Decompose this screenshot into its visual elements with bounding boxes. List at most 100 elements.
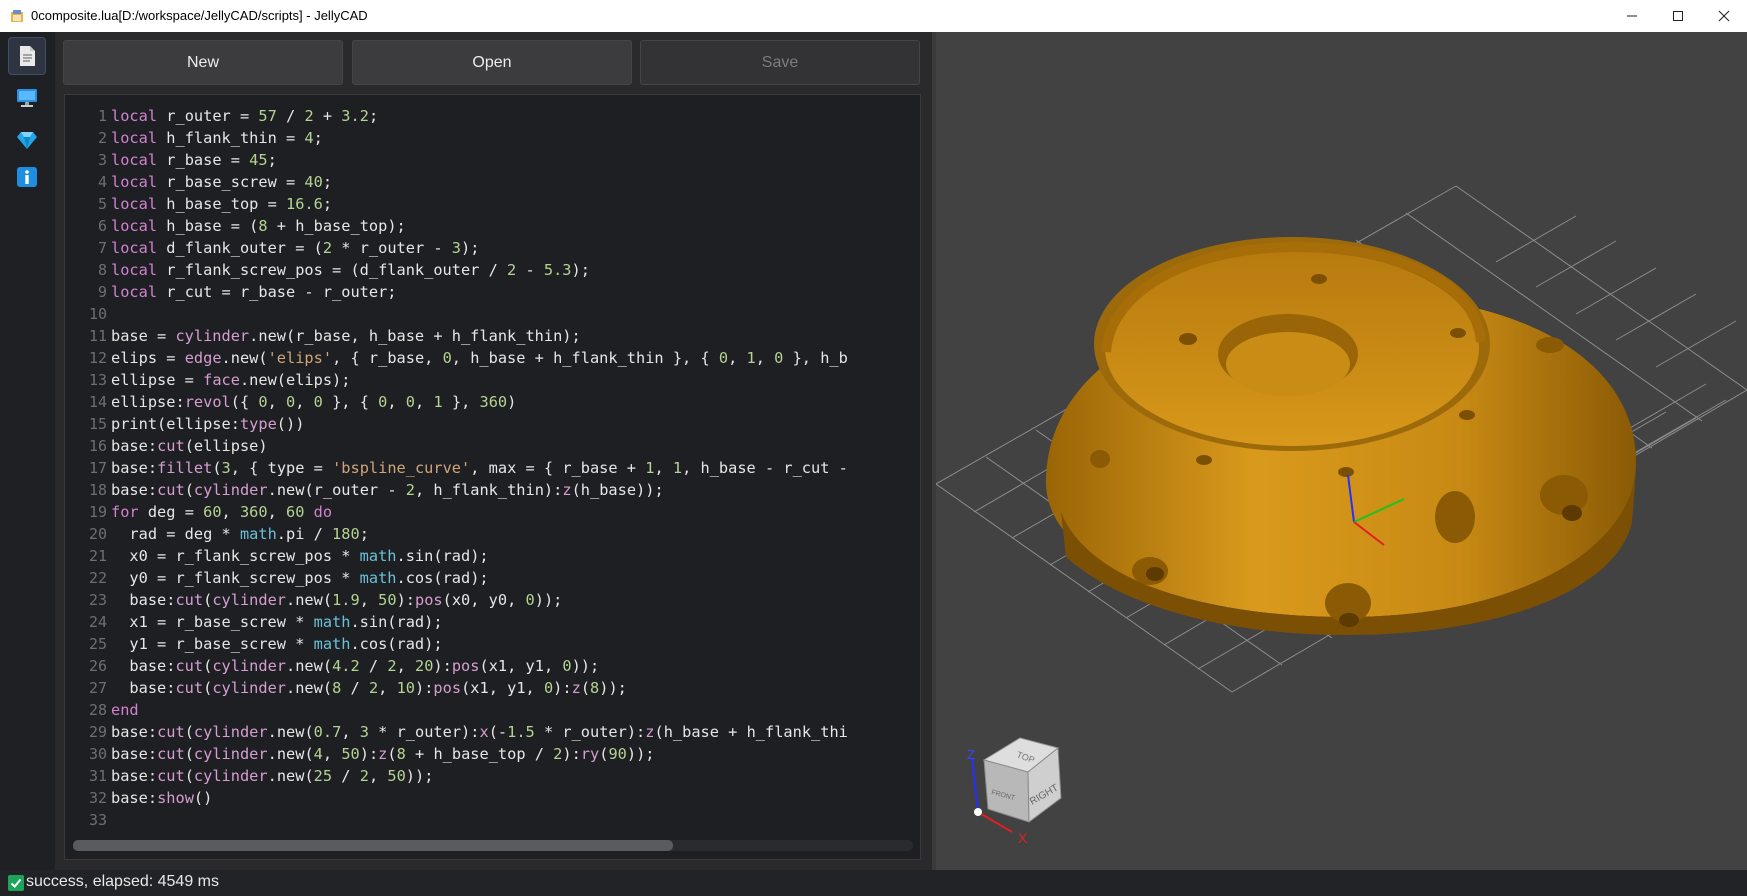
line-number: 12 (88, 349, 107, 367)
code-line[interactable]: local r_base = 45; (111, 149, 917, 171)
new-button[interactable]: New (63, 40, 343, 85)
line-number: 15 (88, 415, 107, 433)
code-line[interactable]: local r_outer = 57 / 2 + 3.2; (111, 105, 917, 127)
code-line[interactable]: x1 = r_base_screw * math.sin(rad); (111, 611, 917, 633)
line-number: 23 (88, 591, 107, 609)
line-number: 32 (88, 789, 107, 807)
success-icon (8, 875, 24, 891)
line-number: 11 (88, 327, 107, 345)
sidebar-item-editor[interactable] (8, 37, 46, 75)
sidebar-item-viewer[interactable] (8, 79, 46, 117)
close-button[interactable] (1701, 0, 1747, 32)
gem-icon (17, 132, 37, 149)
app-icon (11, 10, 23, 22)
line-number: 5 (97, 195, 107, 213)
line-number: 28 (88, 701, 107, 719)
code-line[interactable]: x0 = r_flank_screw_pos * math.sin(rad); (111, 545, 917, 567)
code-line[interactable] (111, 303, 917, 325)
line-number: 7 (97, 239, 107, 257)
line-number: 19 (88, 503, 107, 521)
code-line[interactable]: for deg = 60, 360, 60 do (111, 501, 917, 523)
sidebar (0, 32, 55, 870)
line-number: 3 (97, 151, 107, 169)
view-cube[interactable]: TOP RIGHT FRONT Z X (967, 737, 1062, 846)
scrollbar-thumb[interactable] (73, 840, 673, 851)
code-line[interactable]: local r_base_screw = 40; (111, 171, 917, 193)
open-button[interactable]: Open (352, 40, 632, 85)
code-line[interactable] (111, 809, 917, 831)
sidebar-item-gem[interactable] (8, 121, 46, 159)
maximize-icon (1673, 11, 1683, 21)
axis-z-label: Z (967, 747, 975, 762)
editor-panel: New Open Save 1 2 3 4 5 6 7 8 9 10 11 12 13 14 15 16 17 1… (55, 32, 932, 870)
line-number: 24 (88, 613, 107, 631)
document-icon (20, 46, 35, 66)
3d-viewport[interactable]: TOP RIGHT FRONT Z X (936, 32, 1747, 870)
info-icon (17, 167, 37, 187)
line-number: 30 (88, 745, 107, 763)
line-number: 25 (88, 635, 107, 653)
monitor-icon (17, 89, 37, 107)
code-line[interactable]: local r_flank_screw_pos = (d_flank_outer… (111, 259, 917, 281)
code-line[interactable]: base:cut(cylinder.new(4.2 / 2, 20):pos(x… (111, 655, 917, 677)
code-area[interactable]: local r_outer = 57 / 2 + 3.2; local h_fla… (111, 105, 917, 831)
code-line[interactable]: elips = edge.new('elips', { r_base, 0, h… (111, 347, 917, 369)
code-line[interactable]: y0 = r_flank_screw_pos * math.cos(rad); (111, 567, 917, 589)
line-number: 2 (97, 129, 107, 147)
line-number: 29 (88, 723, 107, 741)
line-number-gutter: 1 2 3 4 5 6 7 8 9 10 11 12 13 14 15 16 17 18 19 20 21 22 23 24 2… (65, 105, 107, 831)
code-line[interactable]: base:show() (111, 787, 917, 809)
line-number: 13 (88, 371, 107, 389)
axis-x-label: X (1018, 830, 1028, 846)
status-text: success, elapsed: 4549 ms (26, 873, 219, 890)
window-title: 0composite.lua[D:/workspace/JellyCAD/scr… (31, 8, 368, 23)
code-line[interactable]: ellipse:revol({ 0, 0, 0 }, { 0, 0, 1 }, … (111, 391, 917, 413)
code-line[interactable]: local h_base = (8 + h_base_top); (111, 215, 917, 237)
code-line[interactable]: local h_base_top = 16.6; (111, 193, 917, 215)
code-line[interactable]: local h_flank_thin = 4; (111, 127, 917, 149)
line-number: 8 (97, 261, 107, 279)
3d-model (1046, 237, 1636, 635)
code-line[interactable]: base:cut(ellipse) (111, 435, 917, 457)
line-number: 26 (88, 657, 107, 675)
code-line[interactable]: base:cut(cylinder.new(0.7, 3 * r_outer):… (111, 721, 917, 743)
line-number: 20 (88, 525, 107, 543)
line-number: 10 (88, 305, 107, 323)
line-number: 9 (97, 283, 107, 301)
line-number: 22 (88, 569, 107, 587)
code-line[interactable]: y1 = r_base_screw * math.cos(rad); (111, 633, 917, 655)
line-number: 16 (88, 437, 107, 455)
title-bar: 0composite.lua[D:/workspace/JellyCAD/scr… (0, 0, 1747, 32)
line-number: 21 (88, 547, 107, 565)
line-number: 17 (88, 459, 107, 477)
code-line[interactable]: base:cut(cylinder.new(25 / 2, 50)); (111, 765, 917, 787)
code-line[interactable]: local d_flank_outer = (2 * r_outer - 3); (111, 237, 917, 259)
line-number: 18 (88, 481, 107, 499)
line-number: 27 (88, 679, 107, 697)
maximize-button[interactable] (1655, 0, 1701, 32)
line-number: 1 (97, 107, 107, 125)
line-number: 33 (88, 811, 107, 829)
code-line[interactable]: base = cylinder.new(r_base, h_base + h_f… (111, 325, 917, 347)
code-line[interactable]: base:cut(cylinder.new(1.9, 50):pos(x0, y… (111, 589, 917, 611)
code-line[interactable]: local r_cut = r_base - r_outer; (111, 281, 917, 303)
line-number: 14 (88, 393, 107, 411)
horizontal-scrollbar[interactable] (73, 840, 913, 851)
code-line[interactable]: base:cut(cylinder.new(r_outer - 2, h_fla… (111, 479, 917, 501)
code-line[interactable]: end (111, 699, 917, 721)
minimize-icon (1627, 15, 1637, 17)
line-number: 4 (97, 173, 107, 191)
minimize-button[interactable] (1609, 0, 1655, 32)
code-editor[interactable]: 1 2 3 4 5 6 7 8 9 10 11 12 13 14 15 16 17 18 19 20 21 22 23 24 2… (64, 94, 921, 860)
code-line[interactable]: ellipse = face.new(elips); (111, 369, 917, 391)
status-bar: success, elapsed: 4549 ms (0, 870, 1747, 896)
code-line[interactable]: base:cut(cylinder.new(4, 50):z(8 + h_bas… (111, 743, 917, 765)
viewport-canvas: TOP RIGHT FRONT Z X (936, 185, 1747, 846)
sidebar-item-info[interactable] (8, 158, 46, 196)
code-line[interactable]: rad = deg * math.pi / 180; (111, 523, 917, 545)
code-line[interactable]: base:cut(cylinder.new(8 / 2, 10):pos(x1,… (111, 677, 917, 699)
code-line[interactable]: base:fillet(3, { type = 'bspline_curve',… (111, 457, 917, 479)
save-button[interactable]: Save (640, 40, 920, 85)
close-icon (1718, 10, 1730, 22)
code-line[interactable]: print(ellipse:type()) (111, 413, 917, 435)
